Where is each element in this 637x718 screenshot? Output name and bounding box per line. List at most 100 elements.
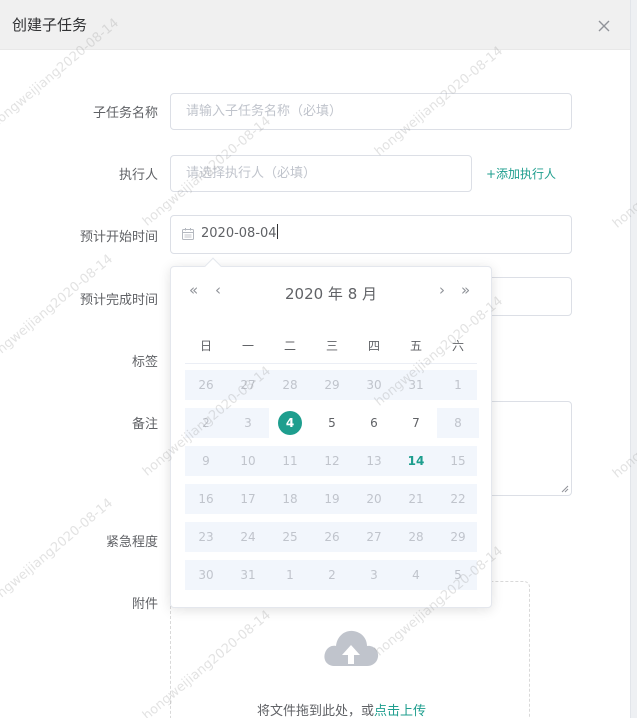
executor-label: 执行人 xyxy=(118,168,158,183)
day-number: 3 xyxy=(244,416,252,430)
calendar-day[interactable]: 26 xyxy=(311,522,353,552)
calendar-day[interactable]: 28 xyxy=(269,370,311,400)
day-number: 29 xyxy=(450,530,466,544)
attachment-label: 附件 xyxy=(131,597,158,612)
subtask-name-label: 子任务名称 xyxy=(92,106,158,121)
day-number: 10 xyxy=(240,454,256,468)
click-upload-link[interactable]: 点击上传 xyxy=(374,704,426,718)
weekday-header: 五 xyxy=(409,339,422,353)
resize-grip-icon[interactable] xyxy=(561,485,569,493)
date-picker-panel: « ‹ 2020 年 8 月 › » 日一二三四五六 26 27 28 29 30 31 1… xyxy=(170,257,492,608)
create-subtask-dialog: 创建子任务 子任务名称 请输入子任务名称（必填） 执行人 请选择执行人（必填） … xyxy=(0,0,630,718)
dialog-header: 创建子任务 xyxy=(0,0,630,50)
executor-select[interactable]: 请选择执行人（必填） xyxy=(170,155,472,192)
calendar-day[interactable]: 8 xyxy=(437,408,479,438)
calendar-day[interactable]: 22 xyxy=(437,484,479,514)
day-number: 25 xyxy=(282,530,298,544)
calendar-day[interactable]: 26 xyxy=(185,370,227,400)
calendar-day[interactable]: 20 xyxy=(353,484,395,514)
day-number: 27 xyxy=(240,378,256,392)
day-number: 20 xyxy=(366,492,382,506)
calendar-day[interactable]: 13 xyxy=(353,446,395,476)
day-number: 19 xyxy=(324,492,340,506)
calendar-day[interactable]: 31 xyxy=(227,560,269,590)
calendar-day[interactable]: 15 xyxy=(437,446,479,476)
next-month-button[interactable]: › xyxy=(439,281,445,299)
day-number: 11 xyxy=(282,454,298,468)
calendar-day[interactable]: 5 xyxy=(437,560,479,590)
subtask-name-input[interactable]: 请输入子任务名称（必填） xyxy=(170,93,572,130)
day-number: 16 xyxy=(198,492,214,506)
day-number: 29 xyxy=(324,378,340,392)
calendar-day[interactable]: 21 xyxy=(395,484,437,514)
day-number: 9 xyxy=(202,454,210,468)
weekday-header: 二 xyxy=(283,339,296,353)
calendar-icon xyxy=(182,228,194,240)
day-number: 8 xyxy=(454,416,462,430)
calendar-day[interactable]: 1 xyxy=(437,370,479,400)
calendar-day[interactable]: 18 xyxy=(269,484,311,514)
add-executor-link[interactable]: +添加执行人 xyxy=(486,165,556,182)
calendar-day[interactable]: 2 xyxy=(311,560,353,590)
calendar-day[interactable]: 27 xyxy=(353,522,395,552)
calendar-day[interactable]: 3 xyxy=(353,560,395,590)
day-number: 28 xyxy=(282,378,298,392)
day-number: 26 xyxy=(198,378,214,392)
day-number: 4 xyxy=(278,411,302,435)
calendar-day[interactable]: 11 xyxy=(269,446,311,476)
start-date-input[interactable]: 2020-08-04 xyxy=(170,215,572,254)
day-number: 5 xyxy=(454,568,462,582)
calendar-day[interactable]: 3 xyxy=(227,408,269,438)
calendar-day[interactable]: 31 xyxy=(395,370,437,400)
urgency-label: 紧急程度 xyxy=(105,535,158,550)
day-number: 14 xyxy=(407,454,425,468)
calendar-day[interactable]: 30 xyxy=(353,370,395,400)
day-number: 28 xyxy=(408,530,424,544)
calendar-day[interactable]: 28 xyxy=(395,522,437,552)
calendar-day[interactable]: 2 xyxy=(185,408,227,438)
upload-hint: 将文件拖到此处，或点击上传 xyxy=(257,700,426,718)
calendar-day[interactable]: 1 xyxy=(269,560,311,590)
day-number: 13 xyxy=(366,454,382,468)
calendar-day[interactable]: 6 xyxy=(353,408,395,438)
day-number: 21 xyxy=(408,492,424,506)
close-icon[interactable] xyxy=(595,17,613,35)
day-number: 1 xyxy=(454,378,462,392)
day-number: 18 xyxy=(282,492,298,506)
tags-label: 标签 xyxy=(131,355,158,370)
calendar-day[interactable]: 29 xyxy=(437,522,479,552)
calendar-day[interactable]: 30 xyxy=(185,560,227,590)
calendar-day[interactable]: 24 xyxy=(227,522,269,552)
day-number: 2 xyxy=(202,416,210,430)
text-cursor xyxy=(276,224,278,239)
calendar-day[interactable]: 12 xyxy=(311,446,353,476)
calendar-day[interactable]: 25 xyxy=(269,522,311,552)
day-number: 12 xyxy=(324,454,340,468)
calendar-day[interactable]: 7 xyxy=(395,408,437,438)
day-number: 1 xyxy=(286,568,294,582)
day-number: 7 xyxy=(412,416,420,430)
calendar-day[interactable]: 4 xyxy=(395,560,437,590)
dialog-title: 创建子任务 xyxy=(12,16,88,34)
selected-date[interactable]: 4 xyxy=(269,408,311,438)
weekday-divider xyxy=(185,363,477,364)
calendar-day[interactable]: 23 xyxy=(185,522,227,552)
day-number: 6 xyxy=(370,416,378,430)
calendar-day[interactable]: 9 xyxy=(185,446,227,476)
calendar-day[interactable]: 16 xyxy=(185,484,227,514)
calendar-day[interactable]: 27 xyxy=(227,370,269,400)
day-number: 3 xyxy=(370,568,378,582)
calendar-day[interactable]: 17 xyxy=(227,484,269,514)
remark-label: 备注 xyxy=(131,417,158,432)
scrollbar-track[interactable] xyxy=(630,0,637,718)
end-time-label: 预计完成时间 xyxy=(79,293,158,308)
calendar-day[interactable]: 10 xyxy=(227,446,269,476)
day-number: 23 xyxy=(198,530,214,544)
calendar-day[interactable]: 29 xyxy=(311,370,353,400)
next-year-button[interactable]: » xyxy=(461,281,470,299)
day-number: 30 xyxy=(366,378,382,392)
calendar-day[interactable]: 19 xyxy=(311,484,353,514)
today-date[interactable]: 14 xyxy=(395,446,437,476)
calendar-day[interactable]: 5 xyxy=(311,408,353,438)
weekday-header: 四 xyxy=(367,339,380,353)
